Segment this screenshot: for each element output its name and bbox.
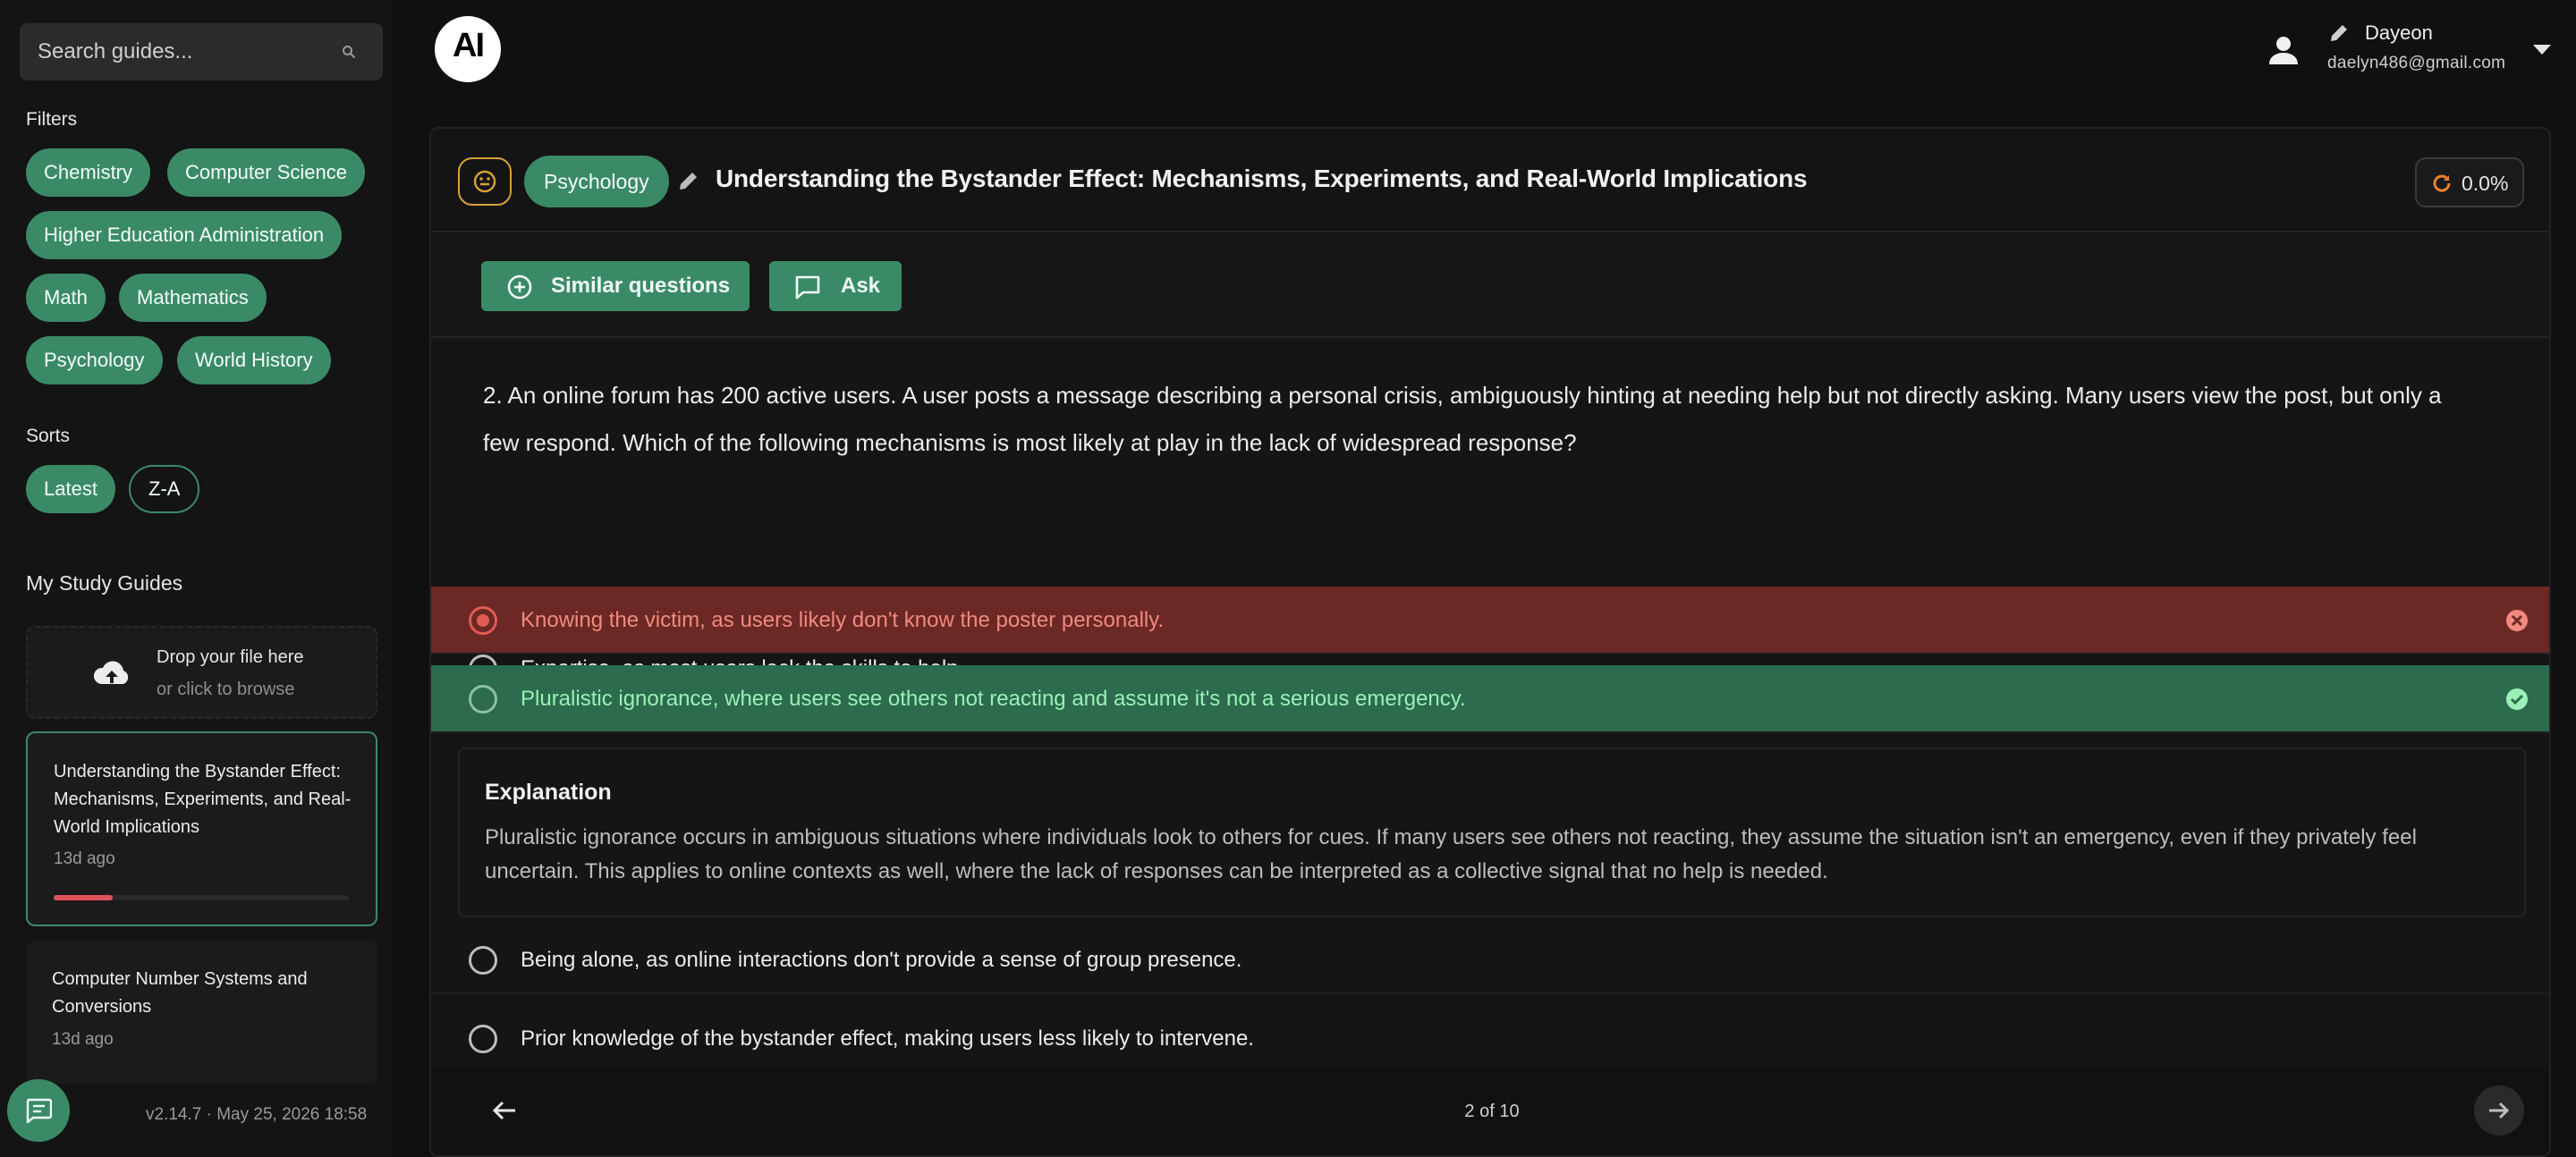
search-placeholder: Search guides... [38, 39, 193, 63]
study-guide-card[interactable]: Computer Number Systems and Conversions … [26, 941, 377, 1084]
search-icon [343, 46, 356, 59]
edit-name-icon[interactable] [2327, 21, 2351, 45]
explanation-box: Explanation Pluralistic ignorance occurs… [458, 747, 2526, 917]
sort-chip-z-a[interactable]: Z-A [129, 465, 200, 513]
chat-bubble-icon [795, 275, 820, 300]
radio-button[interactable] [469, 1025, 497, 1053]
filter-chip-computer-science[interactable]: Computer Science [167, 148, 365, 197]
app-window: Search guides... Filters Chemistry Compu… [0, 0, 2576, 1157]
cloud-upload-icon [93, 661, 129, 684]
radio-button-selected[interactable] [469, 606, 497, 635]
radio-button[interactable] [469, 946, 497, 975]
wrong-icon [2506, 610, 2528, 631]
ask-button[interactable]: Ask [769, 261, 902, 311]
answer-option-correct[interactable]: Pluralistic ignorance, where users see o… [431, 665, 2549, 733]
file-dropzone[interactable]: Drop your file here or click to browse [26, 626, 377, 719]
subject-chip[interactable]: Psychology [524, 156, 669, 207]
guide-title: Understanding the Bystander Effect: Mech… [716, 165, 1808, 192]
filter-chip-higher-education-administration[interactable]: Higher Education Administration [26, 211, 343, 259]
my-study-guides-title: My Study Guides [26, 571, 183, 595]
study-guide-progress-fill [54, 895, 113, 900]
chat-button[interactable] [7, 1079, 70, 1142]
study-guide-title: Computer Number Systems and Conversions [52, 969, 308, 1017]
filters-title: Filters [26, 109, 78, 130]
chat-icon [26, 1098, 52, 1123]
filter-chip-world-history[interactable]: World History [177, 336, 331, 384]
similar-questions-button[interactable]: Similar questions [481, 261, 750, 311]
user-name: Dayeon [2365, 21, 2433, 44]
answer-option[interactable]: Being alone, as online interactions don'… [431, 926, 2549, 994]
quiz-panel: Psychology Understanding the Bystander E… [429, 127, 2551, 1157]
app-logo-text: AI [453, 27, 485, 64]
answer-option-text: Knowing the victim, as users likely don'… [521, 608, 1165, 632]
filter-chip-psychology[interactable]: Psychology [26, 336, 163, 384]
user-icon[interactable] [2267, 34, 2300, 66]
sidebar: Search guides... Filters Chemistry Compu… [0, 0, 392, 1157]
progress-chip[interactable]: 0.0% [2415, 157, 2524, 207]
page-indicator: 2 of 10 [1464, 1102, 1520, 1121]
explanation-text: Pluralistic ignorance occurs in ambiguou… [485, 825, 2417, 883]
answer-option[interactable]: Prior knowledge of the bystander effect,… [431, 1005, 2549, 1073]
study-guide-title: Understanding the Bystander Effect: Mech… [54, 762, 352, 837]
question-text: 2. An online forum has 200 active users.… [483, 382, 2442, 456]
filter-chip-mathematics[interactable]: Mathematics [119, 274, 267, 322]
explanation-title: Explanation [485, 780, 612, 805]
smiley-icon [473, 170, 496, 193]
answer-option-selected-wrong[interactable]: Knowing the victim, as users likely don'… [431, 587, 2549, 655]
user-email: daelyn486@gmail.com [2327, 54, 2506, 72]
progress-value: 0.0% [2462, 172, 2509, 195]
guide-header: Psychology Understanding the Bystander E… [431, 129, 2549, 232]
dropzone-title: Drop your file here [157, 647, 304, 667]
app-logo[interactable]: AI [435, 16, 501, 82]
dropzone-subtitle: or click to browse [157, 680, 295, 699]
answer-option-text: Prior knowledge of the bystander effect,… [521, 1026, 1254, 1051]
study-guide-progress [54, 895, 349, 900]
search-input[interactable]: Search guides... [20, 23, 383, 80]
answer-option-text: Being alone, as online interactions don'… [521, 948, 1242, 972]
filter-chip-math[interactable]: Math [26, 274, 106, 322]
version-label: v2.14.7 · May 25, 2026 18:58 [146, 1105, 368, 1124]
check-circle-icon [2506, 688, 2528, 710]
plus-circle-icon [507, 274, 532, 300]
sort-chip-latest[interactable]: Latest [26, 465, 115, 513]
similar-questions-label: Similar questions [551, 274, 731, 298]
sorts-title: Sorts [26, 426, 71, 446]
edit-title-icon[interactable] [676, 168, 701, 193]
ask-label: Ask [841, 274, 881, 298]
arrow-right-icon [2489, 1102, 2510, 1119]
pagination-bar: 2 of 10 [431, 1068, 2549, 1155]
next-button[interactable] [2474, 1085, 2524, 1136]
chevron-down-icon[interactable] [2533, 45, 2551, 55]
radio-button[interactable] [469, 685, 497, 714]
study-guide-age: 13d ago [52, 1030, 114, 1049]
answer-option-text: Pluralistic ignorance, where users see o… [521, 687, 1466, 711]
emoji-chip[interactable] [458, 157, 512, 206]
filter-chip-chemistry[interactable]: Chemistry [26, 148, 151, 197]
study-guide-card[interactable]: Understanding the Bystander Effect: Mech… [26, 731, 377, 926]
study-guide-age: 13d ago [54, 849, 115, 868]
refresh-icon [2433, 174, 2451, 192]
action-bar: Similar questions Ask [431, 234, 2549, 338]
